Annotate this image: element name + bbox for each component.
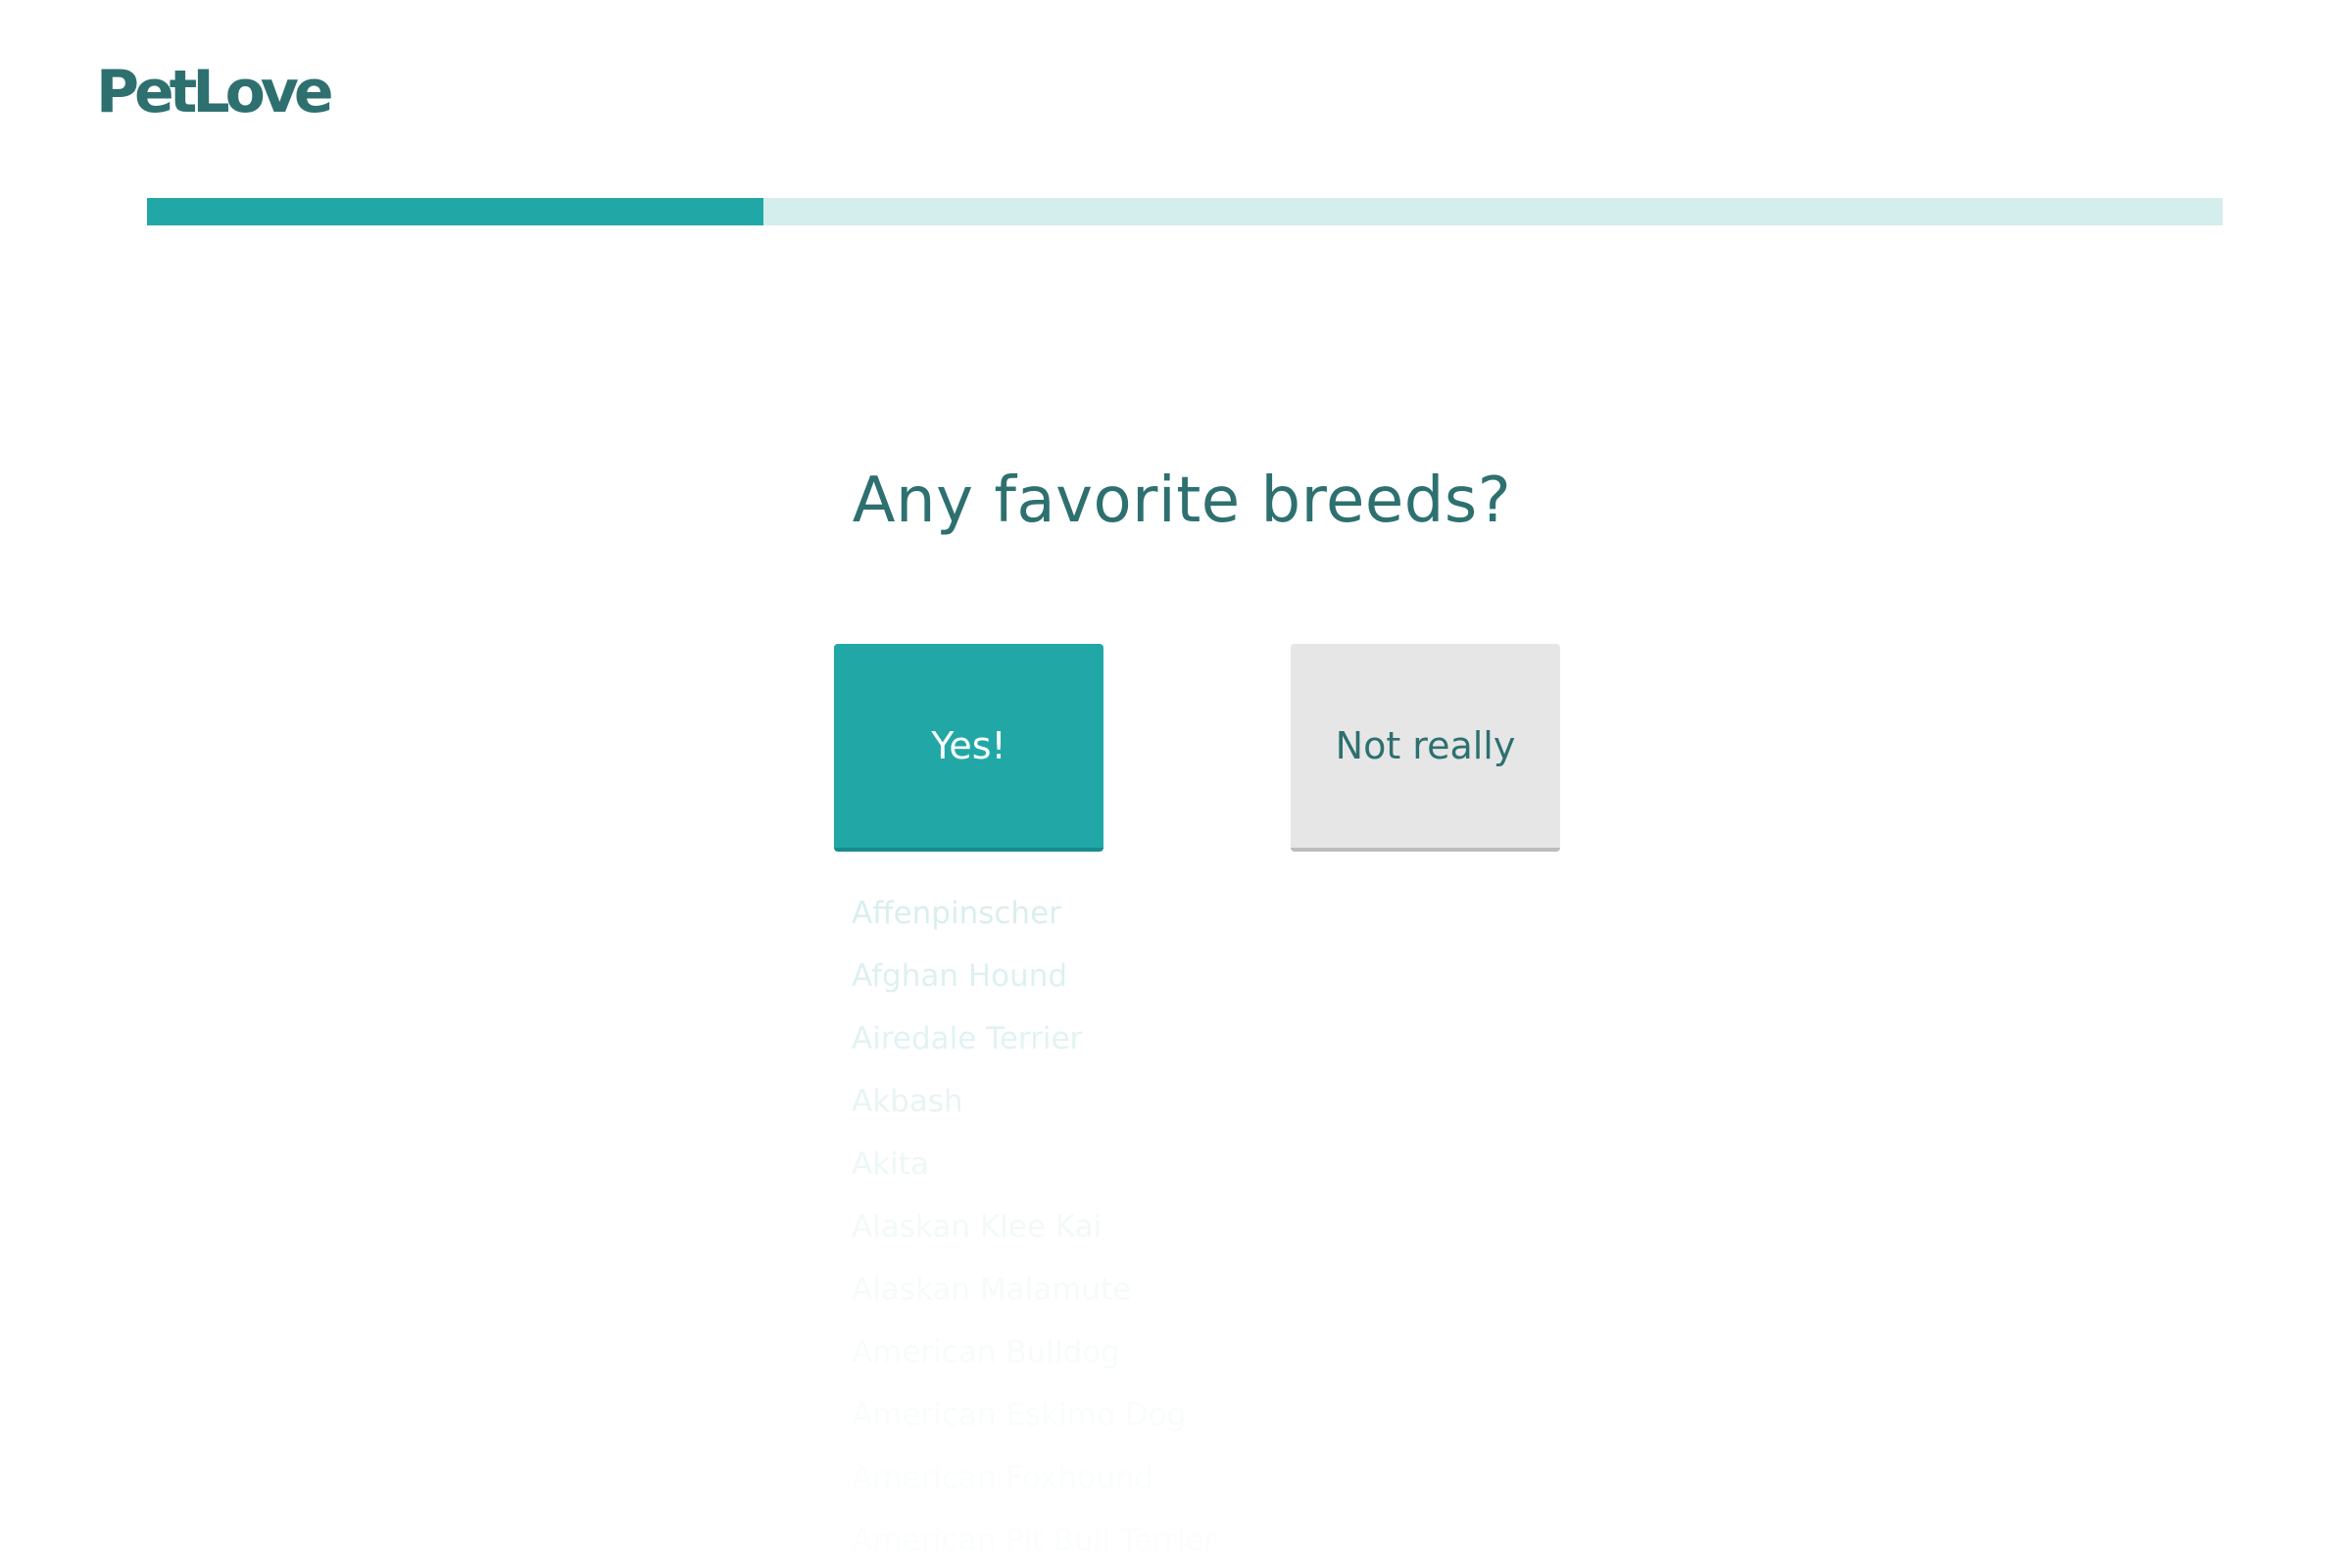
not-really-button[interactable]: Not really bbox=[1291, 644, 1560, 852]
breed-option[interactable]: Akita bbox=[852, 1133, 1216, 1196]
breed-option[interactable]: American Bulldog bbox=[852, 1321, 1216, 1384]
progress-bar bbox=[147, 198, 2223, 225]
page: PetLove Any favorite breeds? Yes! Not re… bbox=[0, 0, 2352, 1568]
yes-button[interactable]: Yes! bbox=[834, 644, 1103, 852]
question-title: Any favorite breeds? bbox=[852, 465, 1512, 537]
breed-list: Affenpinscher Afghan Hound Airedale Terrie… bbox=[852, 882, 1216, 1568]
progress-bar-fill bbox=[147, 198, 764, 225]
breed-option[interactable]: American Eskimo Dog bbox=[852, 1384, 1216, 1446]
breed-option[interactable]: Alaskan Malamute bbox=[852, 1258, 1216, 1321]
breed-option[interactable]: Afghan Hound bbox=[852, 945, 1216, 1007]
breed-option[interactable]: Airedale Terrier bbox=[852, 1007, 1216, 1070]
breed-option[interactable]: Akbash bbox=[852, 1070, 1216, 1133]
breed-option[interactable]: American Pit Bull Terrier bbox=[852, 1509, 1216, 1568]
breed-option[interactable]: Alaskan Klee Kai bbox=[852, 1196, 1216, 1258]
breed-option[interactable]: American Foxhound bbox=[852, 1446, 1216, 1509]
petlove-logo[interactable]: PetLove bbox=[96, 55, 334, 129]
breed-option[interactable]: Affenpinscher bbox=[852, 882, 1216, 945]
